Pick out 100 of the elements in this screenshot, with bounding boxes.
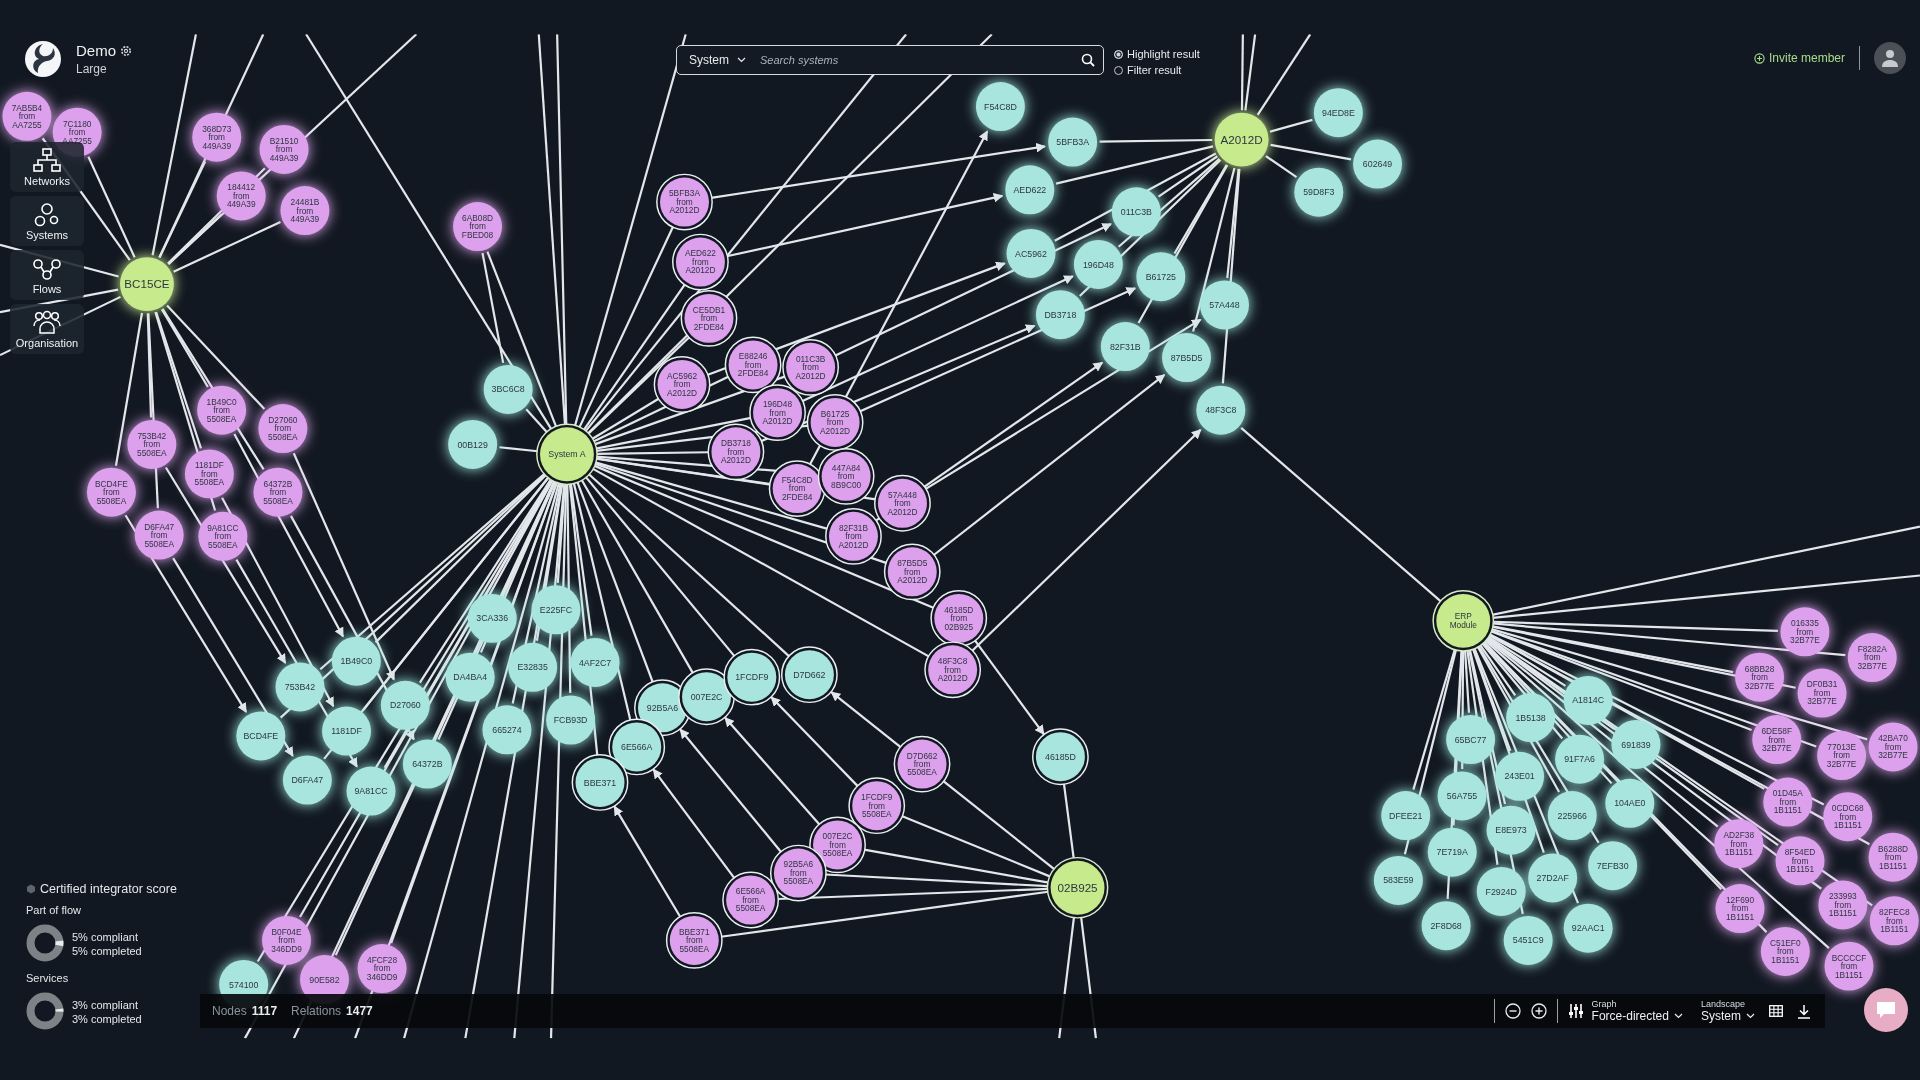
graph-node[interactable]: 011C3B	[1111, 187, 1161, 237]
graph-node[interactable]: 196D48	[1073, 240, 1123, 289]
graph-node[interactable]: 65BC77	[1446, 715, 1496, 765]
graph-node[interactable]: D7D662	[780, 646, 838, 704]
graph-node[interactable]: 3BC6C8	[483, 364, 533, 414]
graph-node[interactable]: 6AB08D from FBED08	[453, 202, 503, 251]
graph-node[interactable]: 1B49C0 from 5508EA	[197, 385, 247, 435]
graph-node[interactable]: 4FCF28 from 346DD9	[357, 944, 407, 994]
graph-node[interactable]: B61725 from A2012D	[806, 394, 864, 451]
graph-node[interactable]: 5451C9	[1503, 915, 1553, 965]
graph-node[interactable]: 48F3C8	[1196, 385, 1246, 435]
graph-node[interactable]: 1B5138	[1506, 693, 1556, 743]
scope-dropdown[interactable]: System	[685, 51, 750, 69]
graph-node[interactable]: 1FCDF9	[723, 648, 781, 706]
graph-node[interactable]: D6FA47	[282, 755, 332, 805]
graph-node[interactable]: D7D662 from 5508EA	[893, 735, 951, 793]
graph-node[interactable]: B21510 from 449A39	[259, 124, 309, 174]
hub-node[interactable]: ERP Module	[1432, 589, 1495, 652]
hub-node[interactable]: A2012D	[1214, 112, 1269, 167]
graph-node[interactable]: 77013E from 32B77E	[1817, 731, 1867, 780]
graph-node[interactable]: DB3718	[1035, 290, 1085, 340]
sidebar-item[interactable]: Networks	[10, 142, 84, 192]
graph-node[interactable]: BBE371 from 5508EA	[665, 912, 723, 969]
graph-node[interactable]: AED622	[1005, 165, 1055, 215]
graph-node[interactable]: 56A755	[1437, 771, 1487, 821]
graph-node[interactable]: 1181DF from 5508EA	[184, 449, 234, 499]
graph-node[interactable]: B61725	[1136, 252, 1186, 302]
graph-node[interactable]: 87B5D5 from A2012D	[883, 543, 941, 601]
graph-node[interactable]: B0F04E from 346DD9	[262, 915, 311, 965]
graph-node[interactable]: 5BFB3A	[1048, 117, 1098, 167]
graph-node[interactable]: F2924D	[1476, 866, 1526, 916]
result-mode-radio[interactable]: Highlight result	[1114, 48, 1200, 60]
graph-node[interactable]: 691839	[1611, 720, 1661, 769]
graph-node[interactable]: 57A448 from A2012D	[874, 474, 931, 532]
graph-node[interactable]: E32835	[508, 642, 558, 692]
graph-node[interactable]: 602649	[1353, 139, 1403, 189]
graph-node[interactable]: CE5DB1 from 2FDE84	[680, 289, 738, 347]
graph-node[interactable]: 1B49C0	[331, 636, 381, 686]
graph-node[interactable]: 184412 from 449A39	[216, 171, 266, 221]
graph-node[interactable]: 753B42	[275, 662, 325, 712]
sidebar-item[interactable]: Organisation	[10, 304, 84, 354]
graph-node[interactable]: D27060	[380, 680, 430, 730]
graph-node[interactable]: E8E973	[1486, 805, 1536, 855]
graph-node[interactable]: 64372B	[402, 739, 452, 789]
graph-node[interactable]: 57A448	[1200, 280, 1249, 330]
graph-node[interactable]: 9A81CC from 5508EA	[198, 511, 248, 561]
graph-node[interactable]: 8F54ED from 1B1151	[1775, 836, 1825, 886]
graph-node[interactable]: 94ED8E	[1313, 88, 1363, 138]
graph-node[interactable]: F8282A from 32B77E	[1847, 633, 1897, 683]
graph-node[interactable]: 00B129	[448, 420, 498, 469]
hub-node[interactable]: System A	[536, 423, 598, 486]
graph-node[interactable]: B6288D from 1B1151	[1868, 832, 1918, 882]
graph-node[interactable]: BCCCCF from 1B1151	[1824, 941, 1874, 991]
graph-node[interactable]: 2F8D68	[1421, 901, 1471, 951]
graph-node[interactable]: E225FC	[531, 585, 581, 635]
graph-node[interactable]: 6E566A from 5508EA	[722, 871, 780, 929]
landscape-dropdown[interactable]: System	[1701, 1009, 1755, 1023]
graph-node[interactable]: AC5962	[1006, 229, 1056, 278]
graph-node[interactable]: 583E59	[1373, 855, 1423, 905]
sidebar-item[interactable]: Systems	[10, 196, 84, 246]
graph-node[interactable]: 011C3B from A2012D	[782, 338, 840, 396]
graph-node[interactable]: AD2F38 from 1B1151	[1714, 819, 1764, 869]
graph-node[interactable]: 0CDC68 from 1B1151	[1823, 792, 1873, 842]
graph-node[interactable]: C51EF0 from 1B1151	[1760, 926, 1810, 976]
graph-node[interactable]: 233993 from 1B1151	[1818, 880, 1868, 930]
result-mode-radio[interactable]: Filter result	[1114, 64, 1200, 76]
graph-node[interactable]: AC5962 from A2012D	[653, 356, 711, 413]
graph-node[interactable]: E88246 from 2FDE84	[724, 336, 782, 394]
graph-node[interactable]: 7AB5B4 from AA7255	[2, 91, 52, 141]
graph-node[interactable]: BBE371	[571, 754, 629, 811]
graph-node[interactable]: F54C8D from 2FDE84	[768, 460, 826, 517]
graph-node[interactable]: 368D73 from 449A39	[192, 112, 242, 162]
hub-node[interactable]: 02B925	[1046, 856, 1109, 919]
graph-node[interactable]: D6FA47 from 5508EA	[134, 510, 184, 560]
graph-node[interactable]: 48F3C8 from A2012D	[924, 641, 982, 699]
graph-node[interactable]: 3CA336	[467, 593, 517, 643]
graph-node[interactable]: 12F690 from 1B1151	[1715, 884, 1765, 934]
graph-node[interactable]: D27060 from 5508EA	[258, 404, 308, 454]
invite-member-link[interactable]: Invite member	[1753, 51, 1845, 65]
graph-node[interactable]: 82F31B	[1100, 322, 1150, 371]
graph-node[interactable]: BCD4FE from 5508EA	[86, 467, 136, 517]
graph-node[interactable]: DA4BA4	[445, 652, 495, 702]
graph-node[interactable]: DF0B31 from 32B77E	[1797, 668, 1847, 718]
hub-node[interactable]: BC15CE	[120, 257, 174, 311]
search-field[interactable]: System Search systems	[676, 45, 1104, 75]
graph-node[interactable]: 59D8F3	[1294, 167, 1344, 217]
graph-node[interactable]: 9A81CC	[346, 766, 396, 816]
graph-node[interactable]: 447A84 from 8B9C00	[817, 447, 875, 505]
graph-node[interactable]: FCB93D	[546, 695, 596, 745]
graph-node[interactable]: DFEE21	[1381, 791, 1431, 840]
graph-node[interactable]: 64372B from 5508EA	[253, 467, 303, 517]
graph-node[interactable]: 5BFB3A from A2012D	[656, 173, 713, 231]
graph-node[interactable]: 46185D from 02B925	[930, 589, 988, 647]
graph-node[interactable]: 68BB28 from 32B77E	[1735, 652, 1785, 702]
graph-node[interactable]: 01D45A from 1B1151	[1763, 777, 1813, 827]
graph-node[interactable]: 27D2AF	[1528, 853, 1578, 903]
sidebar-item[interactable]: Flows	[10, 250, 84, 300]
graph-node[interactable]: AED622 from A2012D	[672, 233, 729, 291]
graph-node[interactable]: BCD4FE	[236, 711, 286, 761]
graph-node[interactable]: 1181DF	[322, 706, 371, 756]
